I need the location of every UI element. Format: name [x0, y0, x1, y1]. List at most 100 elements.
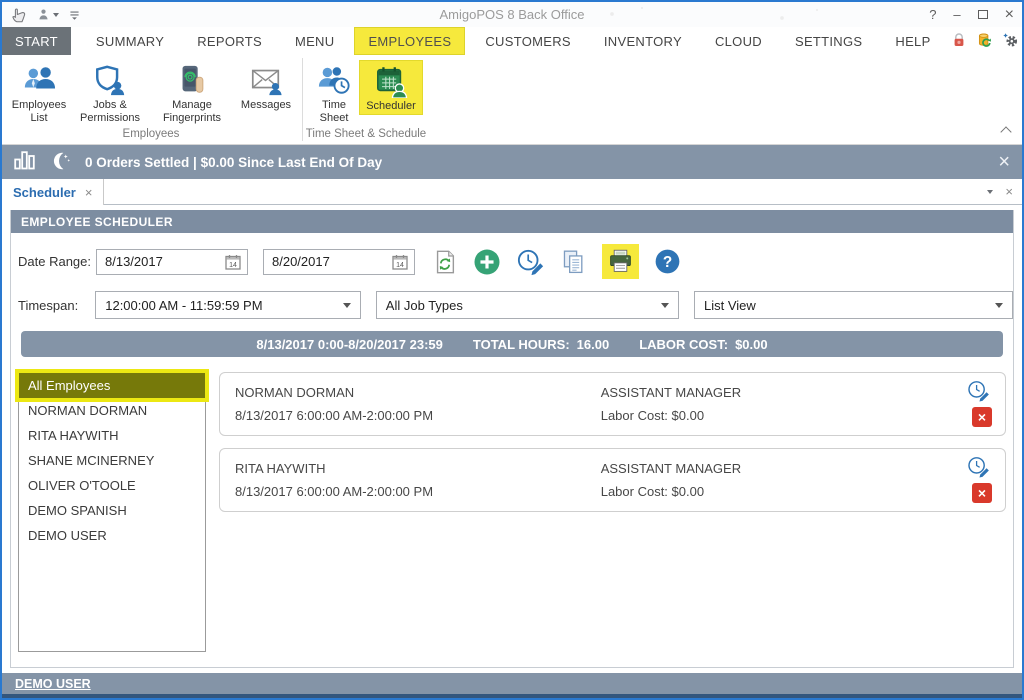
messages-button[interactable]: Messages [236, 60, 296, 113]
chevron-down-icon [343, 303, 351, 308]
schedule-summary-bar: 8/13/2017 0:00-8/20/2017 23:59 TOTAL HOU… [21, 331, 1003, 357]
tab-cloud[interactable]: CLOUD [702, 27, 775, 55]
window-close-button[interactable]: × [1005, 7, 1014, 23]
add-shift-button[interactable] [473, 248, 501, 276]
window-maximize-button[interactable] [978, 10, 988, 19]
employee-list-item[interactable]: DEMO SPANISH [19, 498, 205, 523]
view-mode-select[interactable]: List View [694, 291, 1013, 319]
date-to-input[interactable]: 8/20/2017 14 [263, 249, 415, 275]
employee-list-item[interactable]: OLIVER O'TOOLE [19, 473, 205, 498]
jobs-permissions-button[interactable]: Jobs & Permissions [72, 60, 148, 126]
end-of-day-moon-icon[interactable] [50, 151, 71, 174]
timespan-value: 12:00:00 AM - 11:59:59 PM [105, 298, 262, 313]
job-type-select[interactable]: All Job Types [376, 291, 679, 319]
orders-status-bar: 0 Orders Settled | $0.00 Since Last End … [2, 145, 1022, 179]
scheduler-calendar-icon [373, 62, 409, 100]
svg-text:14: 14 [396, 262, 404, 269]
lock-icon[interactable] [951, 31, 967, 52]
copy-icon [561, 248, 587, 276]
strip-close-icon[interactable]: × [1005, 184, 1013, 199]
document-tab-strip: Scheduler × × [2, 179, 1022, 205]
date-to-value: 8/20/2017 [272, 254, 330, 269]
tab-reports[interactable]: REPORTS [184, 27, 275, 55]
shift-edit-time-button[interactable] [966, 379, 992, 408]
footer-status-bar: DEMO USER [2, 673, 1022, 694]
clock-edit-icon [966, 379, 992, 403]
quick-access-toolbar [10, 6, 81, 24]
tab-help[interactable]: HELP [882, 27, 943, 55]
shield-person-icon [93, 61, 127, 99]
view-mode-value: List View [704, 298, 756, 313]
edit-time-button[interactable] [516, 248, 546, 276]
manage-fingerprints-button[interactable]: Manage Fingerprints [150, 60, 234, 126]
tab-menu[interactable]: MENU [282, 27, 347, 55]
time-sheet-label: Time Sheet [313, 99, 355, 125]
date-range-label: Date Range: [18, 254, 96, 269]
ribbon-group-label-timesheet: Time Sheet & Schedule [305, 126, 427, 144]
window-minimize-button[interactable]: – [953, 8, 960, 21]
copy-button[interactable] [561, 248, 587, 276]
employee-list-item-all[interactable]: All Employees [19, 373, 205, 398]
tab-list-dropdown-icon[interactable] [987, 190, 993, 194]
time-sheet-button[interactable]: Time Sheet [311, 60, 357, 126]
date-from-value: 8/13/2017 [105, 254, 163, 269]
employees-list-label: Employees List [10, 99, 68, 125]
qat-user-button[interactable] [37, 8, 59, 21]
tab-inventory[interactable]: INVENTORY [591, 27, 695, 55]
shift-labor-cost: Labor Cost: $0.00 [601, 408, 704, 423]
refresh-button[interactable] [432, 248, 458, 276]
doc-tab-close-icon[interactable]: × [85, 185, 93, 200]
printer-icon [607, 248, 634, 275]
shift-time: 8/13/2017 6:00:00 AM-2:00:00 PM [235, 408, 433, 423]
logged-in-user-link[interactable]: DEMO USER [15, 677, 91, 691]
date-range-row: Date Range: 8/13/2017 14 8/20/2017 14 ? [11, 244, 1013, 279]
ribbon-group-timesheet: Time Sheet Scheduler Time Sheet & Schedu… [305, 55, 427, 144]
scheduler-doc-tab[interactable]: Scheduler × [2, 179, 104, 205]
print-button[interactable] [602, 244, 639, 279]
database-backup-icon[interactable] [976, 31, 993, 52]
window-help-button[interactable]: ? [929, 8, 936, 21]
fingerprint-device-icon [175, 61, 209, 99]
question-icon: ? [654, 248, 681, 275]
time-sheet-icon [316, 61, 352, 99]
calendar-icon: 14 [391, 253, 409, 271]
tab-summary[interactable]: SUMMARY [83, 27, 177, 55]
ribbon-tab-bar: START SUMMARY REPORTS MENU EMPLOYEES CUS… [2, 27, 1022, 55]
employee-list-item[interactable]: DEMO USER [19, 523, 205, 548]
employee-scheduler-panel: EMPLOYEE SCHEDULER Date Range: 8/13/2017… [10, 210, 1014, 668]
shift-card: RITA HAYWITH 8/13/2017 6:00:00 AM-2:00:0… [219, 448, 1006, 512]
shift-card: NORMAN DORMAN 8/13/2017 6:00:00 AM-2:00:… [219, 372, 1006, 436]
shift-labor-cost: Labor Cost: $0.00 [601, 484, 704, 499]
shift-employee-name: NORMAN DORMAN [235, 385, 354, 400]
tab-settings[interactable]: SETTINGS [782, 27, 875, 55]
employee-list-item[interactable]: RITA HAYWITH [19, 423, 205, 448]
shift-delete-button[interactable]: × [972, 483, 992, 503]
ribbon: Employees List Jobs & Permissions Manage… [2, 55, 1022, 145]
employees-list-button[interactable]: Employees List [8, 60, 70, 126]
date-from-input[interactable]: 8/13/2017 14 [96, 249, 248, 275]
help-button[interactable]: ? [654, 248, 681, 275]
app-window: AmigoPOS 8 Back Office ? – × START SUMMA… [0, 0, 1024, 700]
services-gear-icon[interactable] [1002, 31, 1019, 51]
app-logo-hand-icon [10, 6, 28, 24]
bar-chart-icon[interactable] [14, 151, 36, 173]
shift-edit-time-button[interactable] [966, 455, 992, 484]
ribbon-divider [302, 58, 303, 141]
qat-customize-button[interactable] [68, 8, 81, 21]
tab-customers[interactable]: CUSTOMERS [472, 27, 584, 55]
employee-list-item[interactable]: SHANE MCINERNEY [19, 448, 205, 473]
filters-row: Timespan: 12:00:00 AM - 11:59:59 PM All … [11, 291, 1013, 319]
shift-delete-button[interactable]: × [972, 407, 992, 427]
ribbon-group-employees: Employees List Jobs & Permissions Manage… [2, 55, 300, 144]
tab-employees[interactable]: EMPLOYEES [354, 27, 465, 55]
clock-edit-icon [966, 455, 992, 479]
labor-cost-label: LABOR COST: [639, 337, 728, 352]
svg-text:14: 14 [229, 262, 237, 269]
timespan-select[interactable]: 12:00:00 AM - 11:59:59 PM [95, 291, 361, 319]
ribbon-collapse-chevron-icon[interactable] [1000, 126, 1011, 137]
status-close-icon[interactable]: × [998, 152, 1010, 172]
scheduler-button[interactable]: Scheduler [359, 60, 423, 115]
employee-list-item[interactable]: NORMAN DORMAN [19, 398, 205, 423]
tab-start[interactable]: START [2, 27, 71, 55]
window-title: AmigoPOS 8 Back Office [2, 7, 1022, 22]
